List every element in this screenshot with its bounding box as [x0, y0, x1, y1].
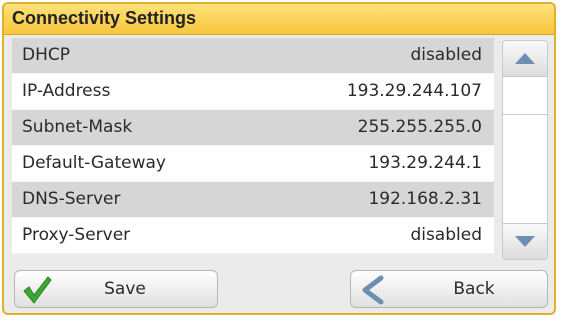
setting-label: DHCP: [22, 45, 70, 65]
setting-row-dns-server[interactable]: DNS-Server 192.168.2.31: [12, 182, 494, 218]
setting-label: Default-Gateway: [22, 153, 166, 173]
scroll-down-button[interactable]: [503, 223, 547, 259]
setting-label: DNS-Server: [22, 189, 121, 209]
setting-value: 193.29.244.107: [346, 81, 482, 101]
setting-row-default-gateway[interactable]: Default-Gateway 193.29.244.1: [12, 146, 494, 182]
setting-row-dhcp[interactable]: DHCP disabled: [12, 38, 494, 74]
chevron-up-icon: [515, 53, 535, 64]
setting-label: IP-Address: [22, 81, 111, 101]
setting-value: disabled: [410, 225, 482, 245]
setting-row-subnet-mask[interactable]: Subnet-Mask 255.255.255.0: [12, 110, 494, 146]
setting-label: Subnet-Mask: [22, 117, 133, 137]
back-button-label: Back: [453, 279, 495, 299]
setting-value: 192.168.2.31: [368, 189, 482, 209]
back-button[interactable]: Back: [350, 270, 548, 308]
setting-row-ip-address[interactable]: IP-Address 193.29.244.107: [12, 74, 494, 110]
save-button-label: Save: [104, 279, 146, 299]
setting-row-proxy-server[interactable]: Proxy-Server disabled: [12, 218, 494, 254]
list-scrollbar[interactable]: [502, 40, 548, 260]
setting-label: Proxy-Server: [22, 225, 131, 245]
settings-list: DHCP disabled IP-Address 193.29.244.107 …: [12, 38, 494, 254]
connectivity-settings-dialog: Connectivity Settings DHCP disabled IP-A…: [2, 2, 556, 315]
dialog-title: Connectivity Settings: [12, 8, 197, 28]
chevron-down-icon: [515, 236, 535, 247]
setting-value: 255.255.255.0: [357, 117, 482, 137]
title-bar: Connectivity Settings: [4, 4, 554, 35]
setting-value: 193.29.244.1: [368, 153, 482, 173]
save-button[interactable]: Save: [14, 270, 218, 308]
scroll-thumb[interactable]: [503, 78, 547, 115]
scroll-up-button[interactable]: [503, 41, 547, 77]
setting-value: disabled: [410, 45, 482, 65]
